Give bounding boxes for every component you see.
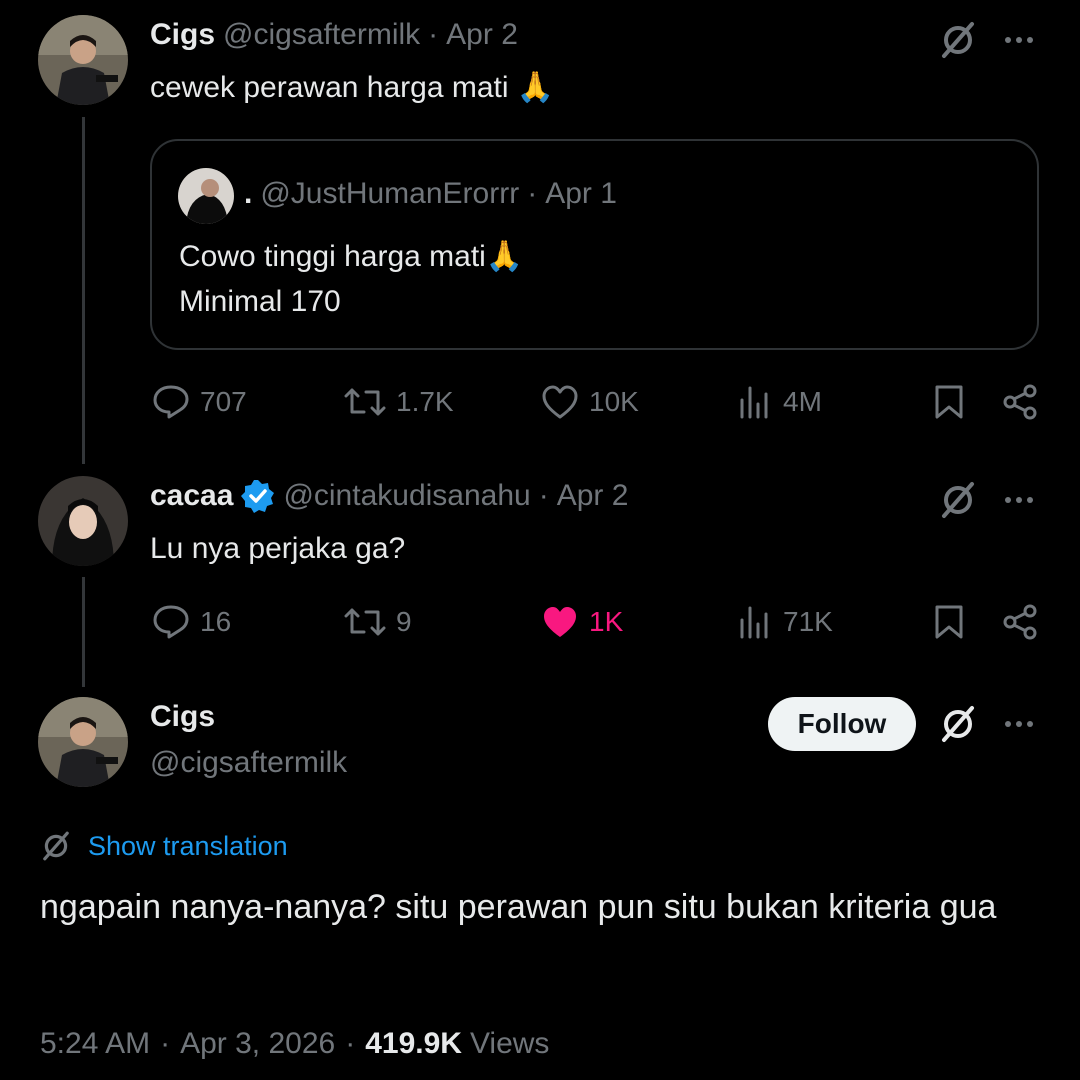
repost-count: 9 [396,606,412,637]
like-icon-filled [544,607,576,637]
like-button-active[interactable]: 1K [541,604,623,640]
avatar-quoted[interactable] [178,168,234,224]
more-icon[interactable] [1005,497,1033,503]
reply-count: 16 [200,606,232,637]
main-handle[interactable]: @cigsaftermilk [150,746,347,780]
like-button[interactable]: 10K [541,384,639,420]
main-views-label: Views [469,1027,550,1060]
show-translation-link[interactable]: Show translation [88,831,288,862]
main-views-count[interactable]: 419.9K [365,1027,462,1061]
repost-icon [344,608,386,636]
quote-separator: · [527,177,538,210]
quote-date[interactable]: Apr 1 [545,177,617,211]
avatar-cacaa[interactable] [38,476,128,566]
share-icon [1003,604,1037,640]
meta-separator-1: · [160,1027,171,1060]
grok-icon[interactable] [938,20,978,65]
tweet2-separator: · [538,479,549,512]
reply-button[interactable]: 16 [152,604,231,640]
main-time[interactable]: 5:24 AM [40,1027,150,1061]
main-meta: 5:24 AM · Apr 3, 2026 · 419.9K Views [40,1027,549,1061]
translate-icon [43,831,69,861]
quoted-tweet[interactable]: . @JustHumanErorrr · Apr 1 Cowo tinggi h… [150,139,1039,350]
share-button[interactable] [1002,604,1038,645]
tweet2-text: Lu nya perjaka ga? [150,532,406,565]
like-count: 10K [589,386,639,417]
reply-button[interactable]: 707 [152,384,247,420]
reply-icon [153,605,189,639]
more-icon[interactable] [1005,721,1033,727]
bookmark-button[interactable] [934,604,964,645]
tweet1-date[interactable]: Apr 2 [446,18,518,52]
quote-handle[interactable]: @JustHumanErorrr [260,177,519,211]
quote-text-line1: Cowo tinggi harga mati🙏 [179,240,524,273]
bookmark-icon [935,605,963,639]
views-button[interactable]: 71K [739,604,833,640]
bookmark-icon [935,385,963,419]
repost-count: 1.7K [396,386,454,417]
repost-button[interactable]: 1.7K [344,384,454,420]
main-date[interactable]: Apr 3, 2026 [180,1027,335,1061]
share-icon [1003,384,1037,420]
tweet1-separator: · [428,18,439,51]
like-icon [542,385,578,419]
repost-button[interactable]: 9 [344,604,412,640]
main-tweet-text: ngapain nanya-nanya? situ perawan pun si… [40,888,997,926]
views-icon [740,386,768,419]
reply-icon [153,385,189,419]
tweet2-header: cacaa @cintakudisanahu · Apr 2 [150,479,628,513]
tweet1-handle[interactable]: @cigsaftermilk [223,18,420,52]
tweet2-handle[interactable]: @cintakudisanahu [283,479,530,513]
avatar-cigs-main[interactable] [38,697,128,787]
grok-icon[interactable] [938,704,978,749]
show-translation-row[interactable]: Show translation [40,830,288,862]
tweet2-date[interactable]: Apr 2 [557,479,629,513]
follow-button[interactable]: Follow [768,697,916,751]
bookmark-button[interactable] [934,384,964,425]
quote-author-name[interactable]: . [244,177,252,211]
share-button[interactable] [1002,384,1038,425]
meta-separator-2: · [345,1027,356,1060]
views-count: 4M [783,386,822,417]
main-author-name[interactable]: Cigs [150,700,215,734]
thread-line-1 [82,117,85,464]
verified-badge-icon [241,479,275,513]
tweet1-header: Cigs @cigsaftermilk · Apr 2 [150,18,518,52]
views-count: 71K [783,606,833,637]
quote-header: . @JustHumanErorrr · Apr 1 [244,177,617,211]
repost-icon [344,388,386,416]
tweet2-author-name[interactable]: cacaa [150,479,233,513]
views-icon [740,606,768,639]
avatar-cigs[interactable] [38,15,128,105]
views-button[interactable]: 4M [739,384,822,420]
reply-count: 707 [200,386,247,417]
quote-text-line2: Minimal 170 [179,285,341,318]
tweet1-author-name[interactable]: Cigs [150,18,215,52]
tweet1-text: cewek perawan harga mati 🙏 [150,71,555,104]
more-icon[interactable] [1005,37,1033,43]
like-count: 1K [589,606,624,637]
grok-icon[interactable] [938,480,978,525]
thread-line-2 [82,577,85,687]
